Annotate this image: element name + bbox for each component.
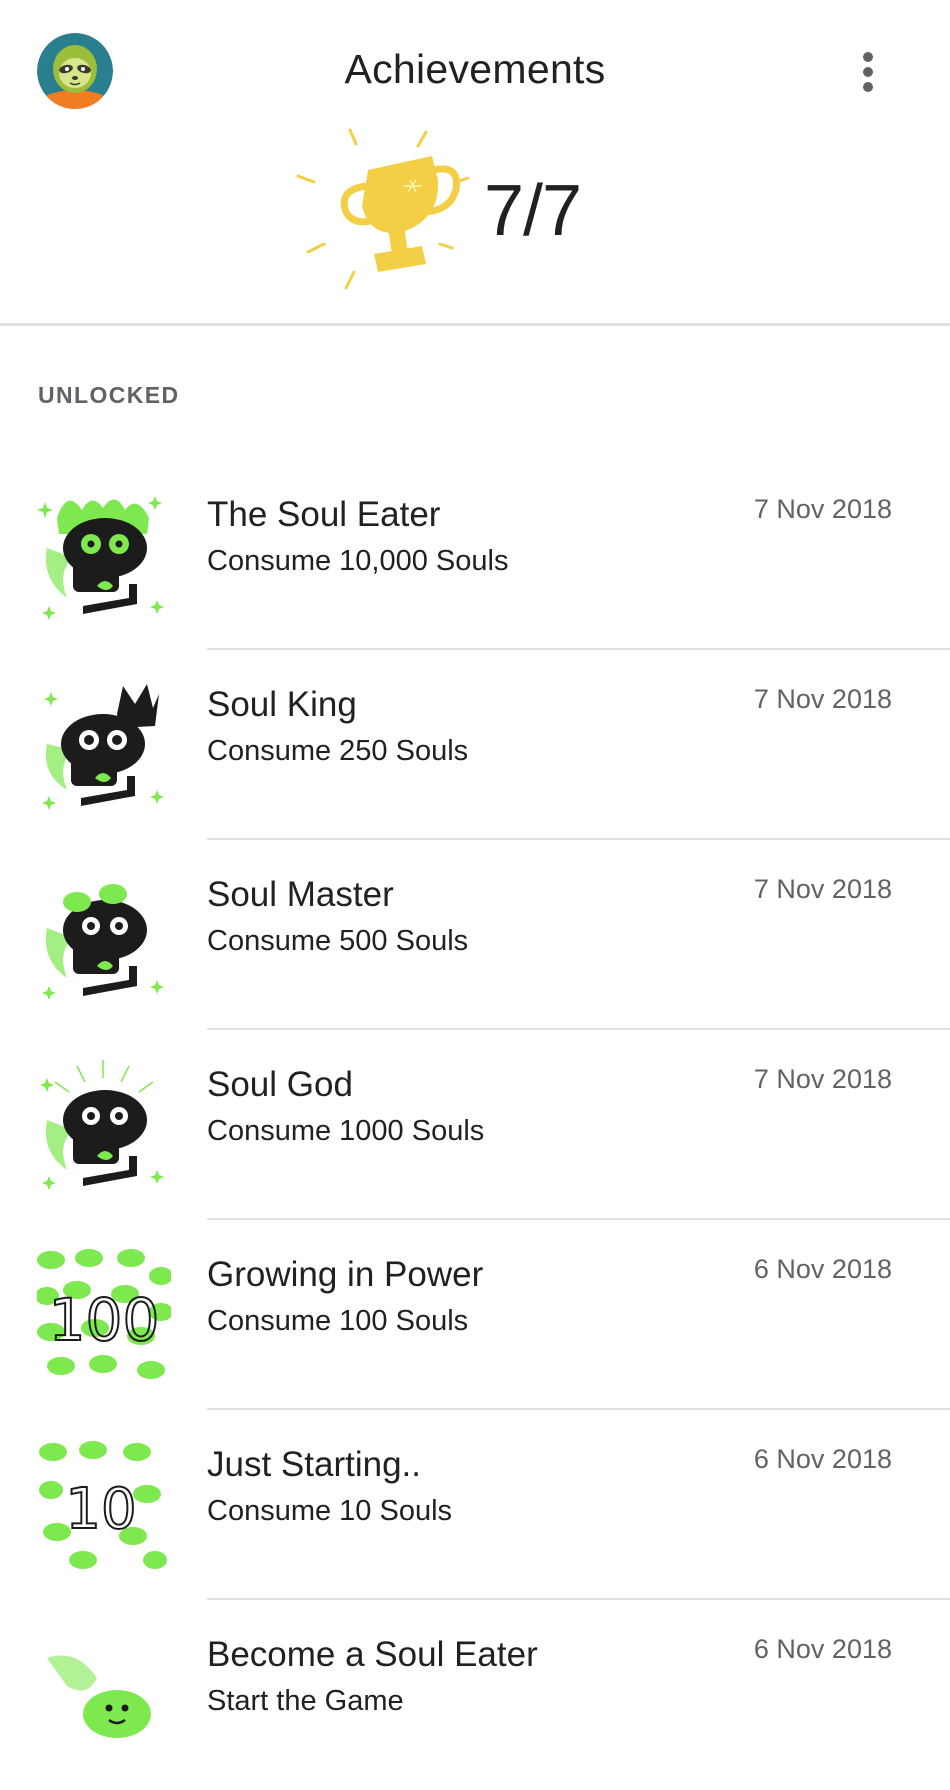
achievement-row[interactable]: 100 Growing in Power Consume 100 Souls 6…	[0, 1220, 950, 1410]
achievement-date: 6 Nov 2018	[753, 1444, 892, 1474]
skull-souls-icon	[37, 868, 171, 1002]
achievement-description: Consume 10,000 Souls	[207, 545, 509, 577]
trophy-icon	[290, 120, 490, 305]
achievement-description: Consume 1000 Souls	[207, 1115, 485, 1147]
achievement-title: Soul Master	[207, 875, 394, 914]
more-vert-icon[interactable]	[848, 44, 888, 100]
achievement-title: The Soul Eater	[207, 495, 441, 534]
achievement-date: 7 Nov 2018	[753, 1064, 892, 1094]
achievement-row[interactable]: Soul Master Consume 500 Souls 7 Nov 2018	[0, 840, 950, 1030]
achievement-description: Consume 500 Souls	[207, 925, 469, 957]
achievement-row[interactable]: The Soul Eater Consume 10,000 Souls 7 No…	[0, 460, 950, 650]
achievement-date: 7 Nov 2018	[753, 494, 892, 524]
achievement-title: Just Starting..	[207, 1445, 421, 1484]
achievement-title: Become a Soul Eater	[207, 1635, 538, 1674]
achievement-title: Soul God	[207, 1065, 353, 1104]
achievement-description: Consume 250 Souls	[207, 735, 469, 767]
achievement-description: Consume 100 Souls	[207, 1305, 469, 1337]
achievement-score: 7/7	[484, 171, 582, 251]
achievement-date: 6 Nov 2018	[753, 1634, 892, 1664]
souls-100-icon: 100	[37, 1248, 171, 1382]
souls-10-icon: 10	[37, 1438, 171, 1572]
single-soul-icon	[37, 1628, 171, 1762]
skull-flame-icon	[37, 488, 171, 622]
page-title: Achievements	[344, 46, 606, 92]
badge-number: 10	[65, 1477, 136, 1542]
achievement-date: 7 Nov 2018	[753, 684, 892, 714]
achievement-title: Soul King	[207, 685, 357, 724]
achievement-row[interactable]: Soul King Consume 250 Souls 7 Nov 2018	[0, 650, 950, 840]
achievement-row[interactable]: Become a Soul Eater Start the Game 6 Nov…	[0, 1600, 950, 1790]
achievement-description: Start the Game	[207, 1685, 404, 1717]
achievement-date: 6 Nov 2018	[753, 1254, 892, 1284]
achievement-row[interactable]: 10 Just Starting.. Consume 10 Souls 6 No…	[0, 1410, 950, 1600]
achievement-title: Growing in Power	[207, 1255, 484, 1294]
section-label-unlocked: UNLOCKED	[38, 382, 180, 408]
achievements-header: Achievements 7/7	[0, 0, 950, 326]
skull-crown-icon	[37, 678, 171, 812]
achievement-list: The Soul Eater Consume 10,000 Souls 7 No…	[0, 460, 950, 1790]
badge-number: 100	[49, 1286, 160, 1354]
achievement-row[interactable]: Soul God Consume 1000 Souls 7 Nov 2018	[0, 1030, 950, 1220]
achievement-date: 7 Nov 2018	[753, 874, 892, 904]
achievement-description: Consume 10 Souls	[207, 1495, 453, 1527]
skull-rays-icon	[37, 1058, 171, 1192]
